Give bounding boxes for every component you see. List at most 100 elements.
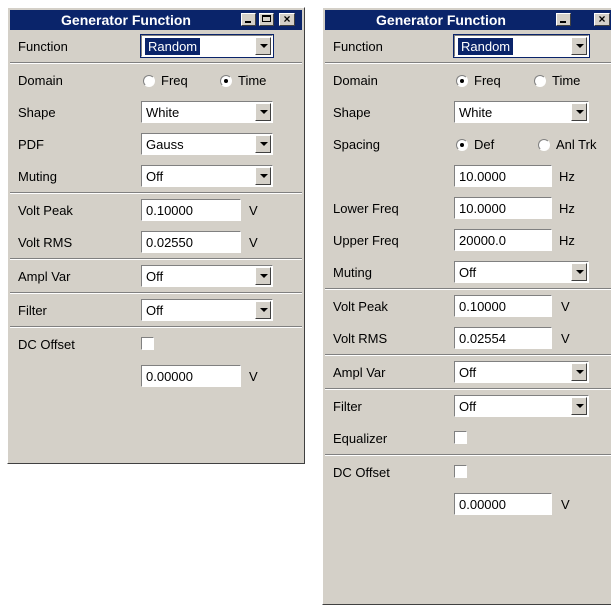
volt-rms-input[interactable]: 0.02550 xyxy=(141,231,241,253)
spacing-def-label: Def xyxy=(474,137,495,152)
function-select[interactable]: Random xyxy=(140,34,274,58)
domain-time-radio[interactable]: Time xyxy=(534,73,580,88)
volt-peak-unit: V xyxy=(561,299,570,314)
chevron-down-icon[interactable] xyxy=(571,263,587,281)
dc-offset-unit: V xyxy=(249,369,258,384)
ampl-var-label: Ampl Var xyxy=(18,269,71,284)
minimize-icon[interactable] xyxy=(241,13,256,26)
chevron-down-icon[interactable] xyxy=(255,267,271,285)
chevron-down-icon[interactable] xyxy=(255,167,271,185)
chevron-down-icon[interactable] xyxy=(255,301,271,319)
dc-offset-row: DC Offset xyxy=(10,328,302,360)
shape-row: Shape White xyxy=(325,96,611,128)
volt-peak-row: Volt Peak 0.10000 V xyxy=(325,290,611,322)
volt-rms-unit: V xyxy=(249,235,258,250)
dc-offset-checkbox[interactable] xyxy=(141,337,154,350)
chevron-down-icon[interactable] xyxy=(255,37,271,55)
function-value: Random xyxy=(145,38,201,55)
filter-select[interactable]: Off xyxy=(454,395,589,417)
generator-function-panel-right: Generator Function × Function Random Dom… xyxy=(322,7,611,605)
lower-freq-input[interactable]: 10.0000 xyxy=(454,197,552,219)
upper-freq-value: 20000.0 xyxy=(459,233,506,248)
title-bar[interactable]: Generator Function × xyxy=(10,10,302,30)
close-icon[interactable]: × xyxy=(594,12,610,26)
upper-freq-row: Upper Freq 20000.0 Hz xyxy=(325,224,611,256)
muting-row: Muting Off xyxy=(10,160,302,192)
spacing-value: 10.0000 xyxy=(459,169,506,184)
domain-time-radio[interactable]: Time xyxy=(220,73,266,88)
chevron-down-icon[interactable] xyxy=(571,103,587,121)
volt-rms-value: 0.02550 xyxy=(146,235,193,250)
muting-value: Off xyxy=(459,265,477,280)
equalizer-label: Equalizer xyxy=(333,431,388,446)
filter-label: Filter xyxy=(18,303,47,318)
dc-offset-input[interactable]: 0.00000 xyxy=(454,493,552,515)
chevron-down-icon[interactable] xyxy=(255,135,271,153)
volt-peak-label: Volt Peak xyxy=(18,203,73,218)
dc-offset-value: 0.00000 xyxy=(146,369,193,384)
pdf-select[interactable]: Gauss xyxy=(141,133,273,155)
chevron-down-icon[interactable] xyxy=(571,37,587,55)
domain-row: Domain Freq Time xyxy=(325,64,611,96)
domain-freq-radio[interactable]: Freq xyxy=(456,73,501,88)
volt-rms-row: Volt RMS 0.02550 V xyxy=(10,226,302,258)
ampl-var-select[interactable]: Off xyxy=(141,265,273,287)
muting-value: Off xyxy=(146,169,164,184)
filter-select[interactable]: Off xyxy=(141,299,273,321)
chevron-down-icon[interactable] xyxy=(255,103,271,121)
shape-select[interactable]: White xyxy=(141,101,273,123)
equalizer-checkbox[interactable] xyxy=(454,431,467,444)
radio-selected-icon xyxy=(220,74,232,87)
muting-label: Muting xyxy=(333,265,373,280)
dc-offset-unit: V xyxy=(561,497,570,512)
spacing-row: Spacing Def Anl Trk xyxy=(325,128,611,160)
muting-label: Muting xyxy=(18,169,58,184)
ampl-var-row: Ampl Var Off xyxy=(10,260,302,292)
upper-freq-label: Upper Freq xyxy=(333,233,399,248)
generator-function-panel-left: Generator Function × Function Random Dom… xyxy=(7,7,305,464)
muting-select[interactable]: Off xyxy=(454,261,589,283)
volt-rms-input[interactable]: 0.02554 xyxy=(454,327,552,349)
close-icon[interactable]: × xyxy=(279,12,295,26)
dc-offset-value-row: 0.00000 V xyxy=(10,360,302,392)
minimize-icon[interactable] xyxy=(556,13,571,26)
spacing-anl-trk-radio[interactable]: Anl Trk xyxy=(538,137,596,152)
title-bar[interactable]: Generator Function × xyxy=(325,10,611,30)
spacing-input[interactable]: 10.0000 xyxy=(454,165,552,187)
dc-offset-value-row: 0.00000 V xyxy=(325,488,611,520)
volt-peak-row: Volt Peak 0.10000 V xyxy=(10,194,302,226)
ampl-var-value: Off xyxy=(459,365,477,380)
domain-freq-label: Freq xyxy=(474,73,501,88)
shape-label: Shape xyxy=(18,105,56,120)
volt-peak-input[interactable]: 0.10000 xyxy=(141,199,241,221)
radio-selected-icon xyxy=(456,74,468,87)
dc-offset-label: DC Offset xyxy=(18,337,75,352)
chevron-down-icon[interactable] xyxy=(571,397,587,415)
muting-select[interactable]: Off xyxy=(141,165,273,187)
dc-offset-row: DC Offset xyxy=(325,456,611,488)
ampl-var-label: Ampl Var xyxy=(333,365,386,380)
window-title: Generator Function xyxy=(376,12,506,28)
dc-offset-checkbox[interactable] xyxy=(454,465,467,478)
volt-peak-input[interactable]: 0.10000 xyxy=(454,295,552,317)
maximize-icon[interactable] xyxy=(259,13,274,26)
filter-row: Filter Off xyxy=(10,294,302,326)
chevron-down-icon[interactable] xyxy=(571,363,587,381)
function-select[interactable]: Random xyxy=(453,34,590,58)
volt-peak-unit: V xyxy=(249,203,258,218)
equalizer-row: Equalizer xyxy=(325,422,611,454)
shape-select[interactable]: White xyxy=(454,101,589,123)
filter-value: Off xyxy=(146,303,164,318)
dc-offset-input[interactable]: 0.00000 xyxy=(141,365,241,387)
volt-rms-value: 0.02554 xyxy=(459,331,506,346)
volt-peak-label: Volt Peak xyxy=(333,299,388,314)
function-row: Function Random xyxy=(325,30,611,62)
shape-row: Shape White xyxy=(10,96,302,128)
domain-freq-radio[interactable]: Freq xyxy=(143,73,188,88)
upper-freq-input[interactable]: 20000.0 xyxy=(454,229,552,251)
ampl-var-select[interactable]: Off xyxy=(454,361,589,383)
filter-value: Off xyxy=(459,399,477,414)
domain-row: Domain Freq Time xyxy=(10,64,302,96)
spacing-value-row: 10.0000 Hz xyxy=(325,160,611,192)
spacing-def-radio[interactable]: Def xyxy=(456,137,494,152)
